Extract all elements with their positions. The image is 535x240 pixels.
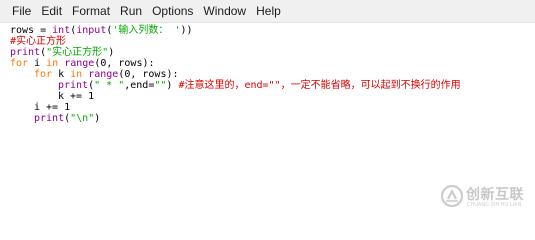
code-token: )) bbox=[180, 25, 193, 36]
code-token: in bbox=[70, 69, 83, 80]
code-token: print bbox=[34, 113, 65, 124]
watermark-subtitle: CHUANG XIN HU LIAN bbox=[467, 202, 522, 208]
menu-run[interactable]: Run bbox=[115, 0, 147, 22]
menu-file[interactable]: File bbox=[7, 0, 36, 22]
code-token: i += 1 bbox=[34, 102, 71, 113]
code-token: int bbox=[52, 25, 71, 36]
menu-options[interactable]: Options bbox=[147, 0, 198, 22]
menu-edit[interactable]: Edit bbox=[36, 0, 67, 22]
code-token: in bbox=[46, 58, 59, 69]
code-token: "实心正方形" bbox=[46, 47, 109, 58]
code-token: k += 1 bbox=[58, 91, 95, 102]
code-token: ) bbox=[166, 80, 179, 91]
code-token: "" bbox=[154, 80, 167, 91]
code-line-9: print("\n") bbox=[34, 113, 100, 125]
code-token: for bbox=[10, 58, 29, 69]
brand-logo-icon bbox=[440, 184, 464, 208]
code-token: input bbox=[76, 25, 107, 36]
code-comment: #实心正方形 bbox=[10, 36, 67, 47]
code-token: k bbox=[52, 69, 71, 80]
menu-bar: File Edit Format Run Options Window Help bbox=[0, 0, 535, 23]
code-token: (0, rows): bbox=[118, 69, 179, 80]
code-line-6: print(" * ",end="") #注意这里的，end=""，一定不能省略… bbox=[58, 80, 461, 92]
menu-help[interactable]: Help bbox=[251, 0, 286, 22]
code-token: ) bbox=[94, 113, 101, 124]
watermark: 创新互联 CHUANG XIN HU LIAN bbox=[440, 183, 532, 215]
code-token: ,end= bbox=[124, 80, 155, 91]
code-token: rows = bbox=[10, 25, 53, 36]
code-token: '输入列数： ' bbox=[112, 25, 181, 36]
code-token: for bbox=[34, 69, 53, 80]
code-token: print bbox=[10, 47, 41, 58]
code-token: range bbox=[88, 69, 119, 80]
code-token: ) bbox=[108, 47, 115, 58]
code-token: " * " bbox=[94, 80, 125, 91]
menu-format[interactable]: Format bbox=[67, 0, 115, 22]
menu-window[interactable]: Window bbox=[198, 0, 251, 22]
code-token: print bbox=[58, 80, 89, 91]
code-token: i bbox=[28, 58, 47, 69]
code-token: range bbox=[64, 58, 95, 69]
code-token: (0, rows): bbox=[94, 58, 155, 69]
code-token: "\n" bbox=[70, 113, 95, 124]
code-comment: #注意这里的，end=""，一定不能省略，可以起到不换行的作用 bbox=[178, 80, 461, 91]
watermark-brand: 创新互联 bbox=[466, 187, 524, 203]
